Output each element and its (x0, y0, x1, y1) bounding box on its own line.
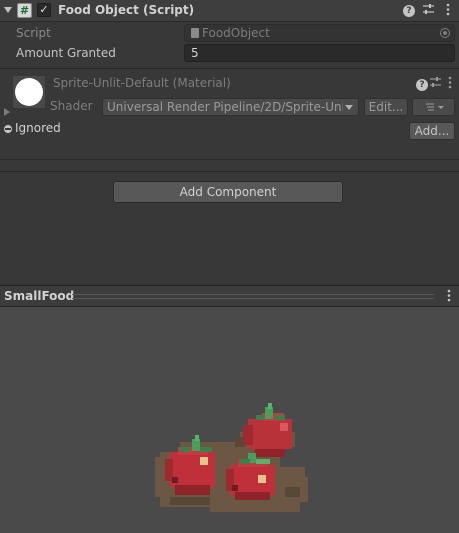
shader-options-dropdown[interactable] (412, 98, 455, 116)
material-title: Sprite-Unlit-Default (Material) (53, 76, 231, 90)
resize-grip[interactable] (72, 294, 434, 299)
list-icon (425, 103, 444, 111)
script-asset-icon (191, 28, 199, 38)
add-component-button[interactable]: Add Component (113, 181, 343, 203)
material-foldout-icon[interactable] (4, 108, 10, 116)
component-header[interactable]: # ✓ Food Object (Script) ? (0, 0, 459, 22)
material-preset-icon[interactable] (428, 76, 443, 91)
inspector-window: # ✓ Food Object (Script) ? Script FoodOb… (0, 0, 459, 533)
amount-granted-field[interactable]: 5 (184, 44, 455, 62)
section-divider (0, 68, 459, 69)
strawberry-back (243, 403, 292, 457)
material-preview (13, 76, 45, 108)
material-help-icon[interactable]: ? (416, 79, 428, 91)
material-sphere-icon (15, 78, 43, 106)
script-field[interactable]: FoodObject (184, 24, 455, 42)
foldout-arrow-icon[interactable] (4, 7, 12, 13)
sprite-preview-area (0, 307, 459, 533)
preview-header[interactable]: SmallFood (0, 285, 459, 307)
preset-icon[interactable] (421, 3, 436, 18)
script-label: Script (16, 26, 51, 40)
ignored-label: Ignored (15, 121, 61, 135)
component-title: Food Object (Script) (58, 3, 195, 17)
preview-menu-icon[interactable] (441, 289, 456, 304)
amount-granted-label: Amount Granted (16, 46, 116, 60)
shader-dropdown[interactable]: Universal Render Pipeline/2D/Sprite-Unli… (102, 98, 359, 116)
shader-dropdown-value: Universal Render Pipeline/2D/Sprite-Unli… (107, 100, 343, 114)
script-field-value: FoodObject (202, 26, 270, 40)
ignored-minus-icon (4, 125, 12, 133)
script-icon: # (17, 3, 32, 18)
chevron-down-icon (345, 105, 353, 110)
help-icon[interactable]: ? (403, 5, 415, 17)
component-enabled-checkbox[interactable]: ✓ (37, 3, 51, 17)
section-divider (0, 159, 459, 160)
strawberries-sprite (155, 403, 308, 512)
shader-edit-button[interactable]: Edit... (364, 98, 408, 116)
menu-icon[interactable] (440, 3, 455, 18)
material-menu-icon[interactable] (442, 76, 457, 91)
add-override-button[interactable]: Add... (409, 122, 455, 140)
object-picker-icon[interactable] (440, 28, 450, 38)
shader-label: Shader (50, 99, 93, 113)
section-divider (0, 171, 459, 172)
preview-title: SmallFood (4, 289, 75, 303)
